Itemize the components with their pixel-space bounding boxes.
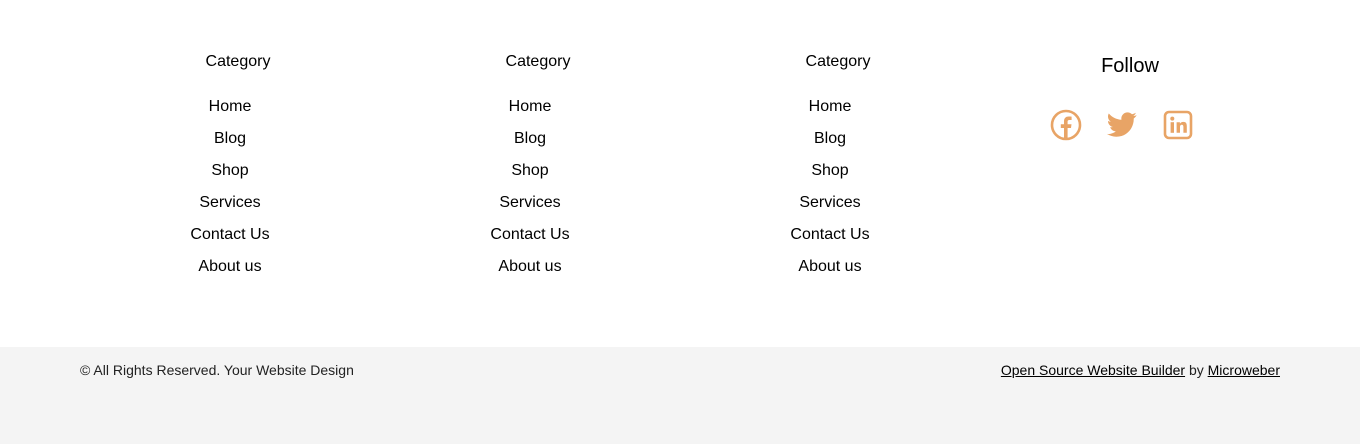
list-item: Blog: [680, 128, 980, 160]
twitter-icon[interactable]: [1106, 109, 1138, 141]
link-contact-us[interactable]: Contact Us: [190, 226, 269, 243]
link-services[interactable]: Services: [499, 194, 560, 211]
copyright-text: © All Rights Reserved. Your Website Desi…: [80, 362, 354, 378]
list-item: About us: [80, 256, 380, 288]
list-item: Services: [680, 192, 980, 224]
list-item: Shop: [680, 160, 980, 192]
list-item: Shop: [80, 160, 380, 192]
link-shop[interactable]: Shop: [211, 162, 248, 179]
linkedin-icon[interactable]: [1162, 109, 1194, 141]
footer-bottom-bar: © All Rights Reserved. Your Website Desi…: [0, 347, 1360, 444]
column-link-list: Home Blog Shop Services Contact Us About…: [80, 96, 380, 288]
list-item: Services: [380, 192, 680, 224]
link-about-us[interactable]: About us: [798, 258, 861, 275]
column-link-list: Home Blog Shop Services Contact Us About…: [680, 96, 980, 288]
list-item: Home: [680, 96, 980, 128]
link-contact-us[interactable]: Contact Us: [790, 226, 869, 243]
facebook-icon[interactable]: [1050, 109, 1082, 141]
list-item: Blog: [80, 128, 380, 160]
follow-heading: Follow: [1101, 55, 1159, 77]
column-heading: Category: [505, 53, 571, 70]
list-item: Contact Us: [680, 224, 980, 256]
list-item: Contact Us: [80, 224, 380, 256]
link-about-us[interactable]: About us: [198, 258, 261, 275]
link-contact-us[interactable]: Contact Us: [490, 226, 569, 243]
list-item: Shop: [380, 160, 680, 192]
column-heading: Category: [805, 53, 871, 70]
list-item: Blog: [380, 128, 680, 160]
list-item: Services: [80, 192, 380, 224]
link-home[interactable]: Home: [809, 98, 852, 115]
open-source-builder-link[interactable]: Open Source Website Builder: [1001, 362, 1185, 378]
link-blog[interactable]: Blog: [214, 130, 246, 147]
list-item: About us: [380, 256, 680, 288]
credits: Open Source Website Builder by Microwebe…: [1001, 362, 1280, 378]
link-shop[interactable]: Shop: [811, 162, 848, 179]
link-blog[interactable]: Blog: [814, 130, 846, 147]
footer-top: Category Home Blog Shop Services Contact…: [0, 0, 1360, 347]
link-services[interactable]: Services: [199, 194, 260, 211]
by-text: by: [1188, 362, 1204, 378]
list-item: Contact Us: [380, 224, 680, 256]
link-blog[interactable]: Blog: [514, 130, 546, 147]
link-home[interactable]: Home: [209, 98, 252, 115]
list-item: Home: [380, 96, 680, 128]
link-home[interactable]: Home: [509, 98, 552, 115]
list-item: About us: [680, 256, 980, 288]
microweber-link[interactable]: Microweber: [1208, 362, 1280, 378]
list-item: Home: [80, 96, 380, 128]
link-services[interactable]: Services: [799, 194, 860, 211]
social-links: [1050, 109, 1210, 143]
column-link-list: Home Blog Shop Services Contact Us About…: [380, 96, 680, 288]
link-about-us[interactable]: About us: [498, 258, 561, 275]
column-heading: Category: [205, 53, 271, 70]
link-shop[interactable]: Shop: [511, 162, 548, 179]
